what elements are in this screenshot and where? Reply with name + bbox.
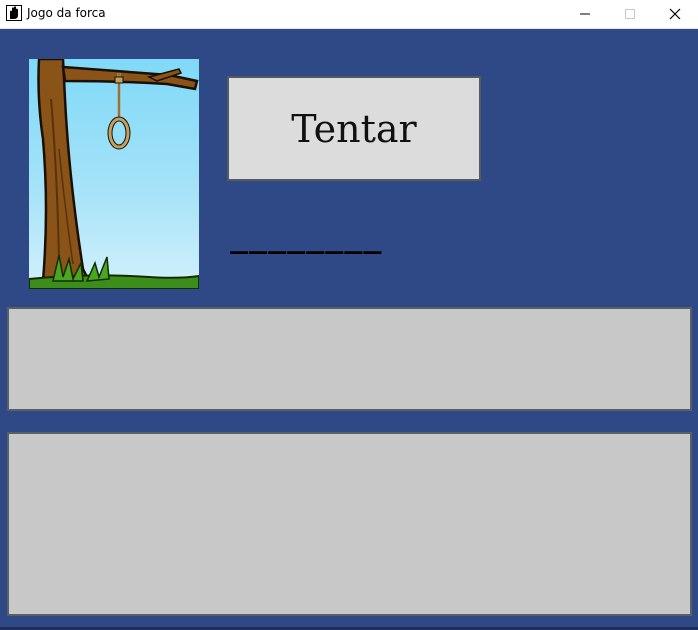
close-icon[interactable] (652, 0, 698, 28)
window-title: Jogo da forca (27, 6, 106, 20)
history-panel (7, 432, 692, 616)
guess-input-panel[interactable] (7, 307, 692, 411)
try-button[interactable]: Tentar (227, 76, 481, 181)
title-bar[interactable]: Jogo da forca (0, 0, 698, 29)
hidden-word: ________ (230, 220, 383, 255)
hand-icon (6, 5, 22, 21)
minimize-icon[interactable] (562, 0, 608, 28)
maximize-icon[interactable] (607, 0, 653, 28)
gallows-image (29, 59, 199, 289)
